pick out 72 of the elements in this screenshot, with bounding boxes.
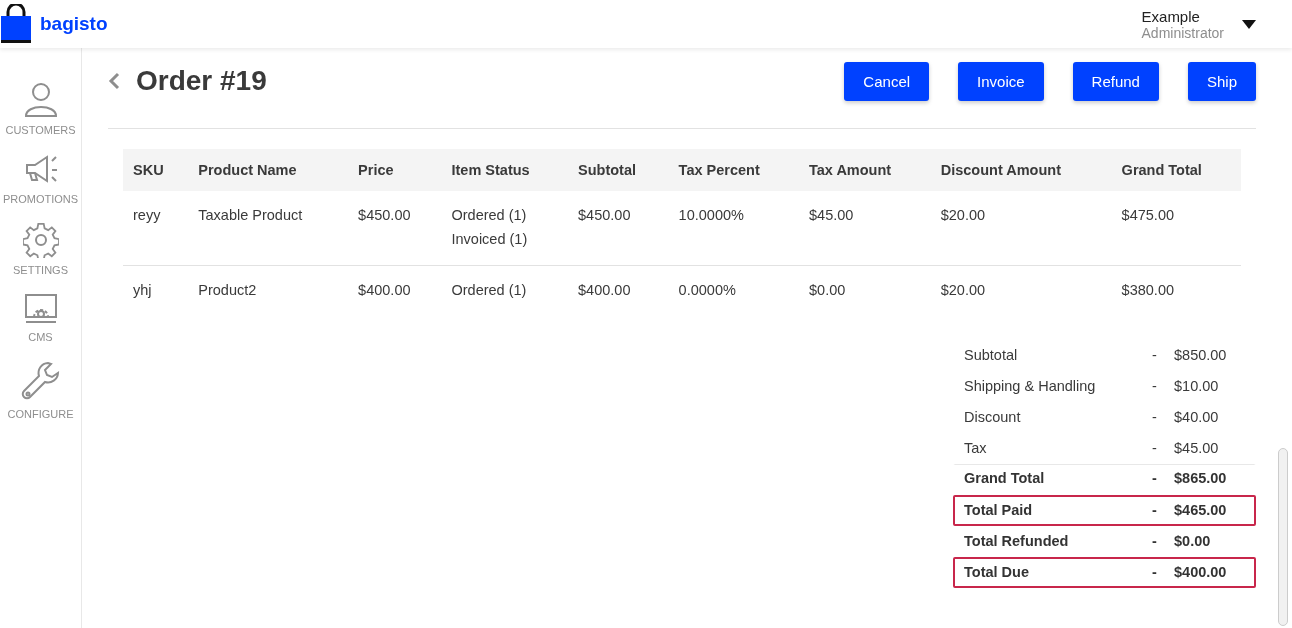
summary-label: Subtotal (964, 346, 1019, 365)
summary-label: Grand Total (964, 469, 1046, 488)
monitor-gear-icon (23, 293, 58, 325)
table-cell-text: $475.00 (1121, 206, 1176, 225)
person-icon (23, 82, 58, 118)
column-header: Subtotal (568, 149, 669, 191)
table-cell-text: $20.00 (940, 281, 987, 300)
table-cell-text: 10.0000% (678, 206, 745, 225)
summary-value: $865.00 (1174, 469, 1228, 488)
table-cell-text: $0.00 (809, 281, 847, 300)
table-cell-text: yhj (133, 281, 153, 300)
brand-logo[interactable]: bagisto (40, 13, 108, 35)
page-title: Order #19 (136, 65, 267, 97)
wrench-icon (19, 360, 62, 402)
table-cell-text: $400.00 (578, 281, 632, 300)
summary-label: Total Paid (964, 501, 1034, 520)
table-cell-text: $400.00 (358, 281, 412, 300)
shopping-bag-icon (0, 4, 32, 44)
table-cell-text: $450.00 (578, 206, 632, 225)
table-cell-text: $450.00 (358, 206, 412, 225)
table-cell-text: Ordered (1) (451, 206, 528, 225)
summary-separator: - (1152, 532, 1158, 551)
summary-label: Total Refunded (964, 532, 1070, 551)
sidebar-item[interactable]: CMS (0, 293, 82, 343)
table-cell-text: Ordered (1) (451, 281, 528, 300)
summary-value: $400.00 (1174, 563, 1228, 582)
table-cell-text: Product2 (198, 281, 258, 300)
summary-separator: - (1152, 501, 1158, 520)
action-button[interactable]: Refund (1072, 61, 1159, 101)
summary-separator: - (1152, 563, 1158, 582)
action-button[interactable]: Ship (1187, 61, 1256, 101)
sidebar-item[interactable]: PROMOTIONS (0, 153, 82, 205)
summary-label: Total Due (964, 563, 1030, 582)
table-cell-text: 0.0000% (678, 281, 737, 300)
gear-icon (22, 222, 59, 258)
table-cell-text: Taxable Product (198, 206, 304, 225)
user-name: Example (1141, 7, 1201, 25)
sidebar-item[interactable]: CUSTOMERS (0, 82, 82, 136)
column-header: Discount Amount (930, 149, 1112, 191)
scrollbar[interactable] (1278, 448, 1288, 626)
table-cell-text: Invoiced (1) (451, 230, 529, 249)
action-button[interactable]: Invoice (958, 61, 1044, 101)
summary-separator: - (1152, 469, 1158, 488)
summary-separator: - (1152, 377, 1158, 396)
table-cell-text: reyy (133, 206, 162, 225)
table-cell-text: $45.00 (809, 206, 855, 225)
summary-label: Discount (964, 408, 1022, 427)
action-button[interactable]: Cancel (844, 61, 930, 101)
summary-value: $45.00 (1174, 439, 1220, 458)
column-header: Tax Percent (668, 149, 799, 191)
column-header: Price (348, 149, 442, 191)
column-header: Tax Amount (799, 149, 931, 191)
summary-value: $465.00 (1174, 501, 1228, 520)
table-cell-text: $20.00 (940, 206, 987, 225)
summary-value: $10.00 (1174, 377, 1220, 396)
summary-separator: - (1152, 346, 1158, 365)
user-role: Administrator (1141, 24, 1224, 41)
summary-separator: - (1152, 408, 1158, 427)
summary-value: $850.00 (1174, 346, 1228, 365)
table-cell-text: $380.00 (1121, 281, 1176, 300)
summary-label: Shipping & Handling (964, 377, 1097, 396)
column-header: Grand Total (1111, 149, 1241, 191)
summary-label: Tax (964, 439, 988, 458)
column-header: Product Name (188, 149, 349, 191)
summary-separator: - (1152, 439, 1158, 458)
sidebar-item[interactable]: CONFIGURE (0, 360, 82, 420)
summary-value: $0.00 (1174, 532, 1212, 551)
column-header: SKU (123, 149, 189, 191)
summary-value: $40.00 (1174, 408, 1220, 427)
dropdown-caret-icon[interactable] (1242, 19, 1256, 29)
sidebar-item[interactable]: SETTINGS (0, 222, 82, 276)
column-header: Item Status (441, 149, 569, 191)
